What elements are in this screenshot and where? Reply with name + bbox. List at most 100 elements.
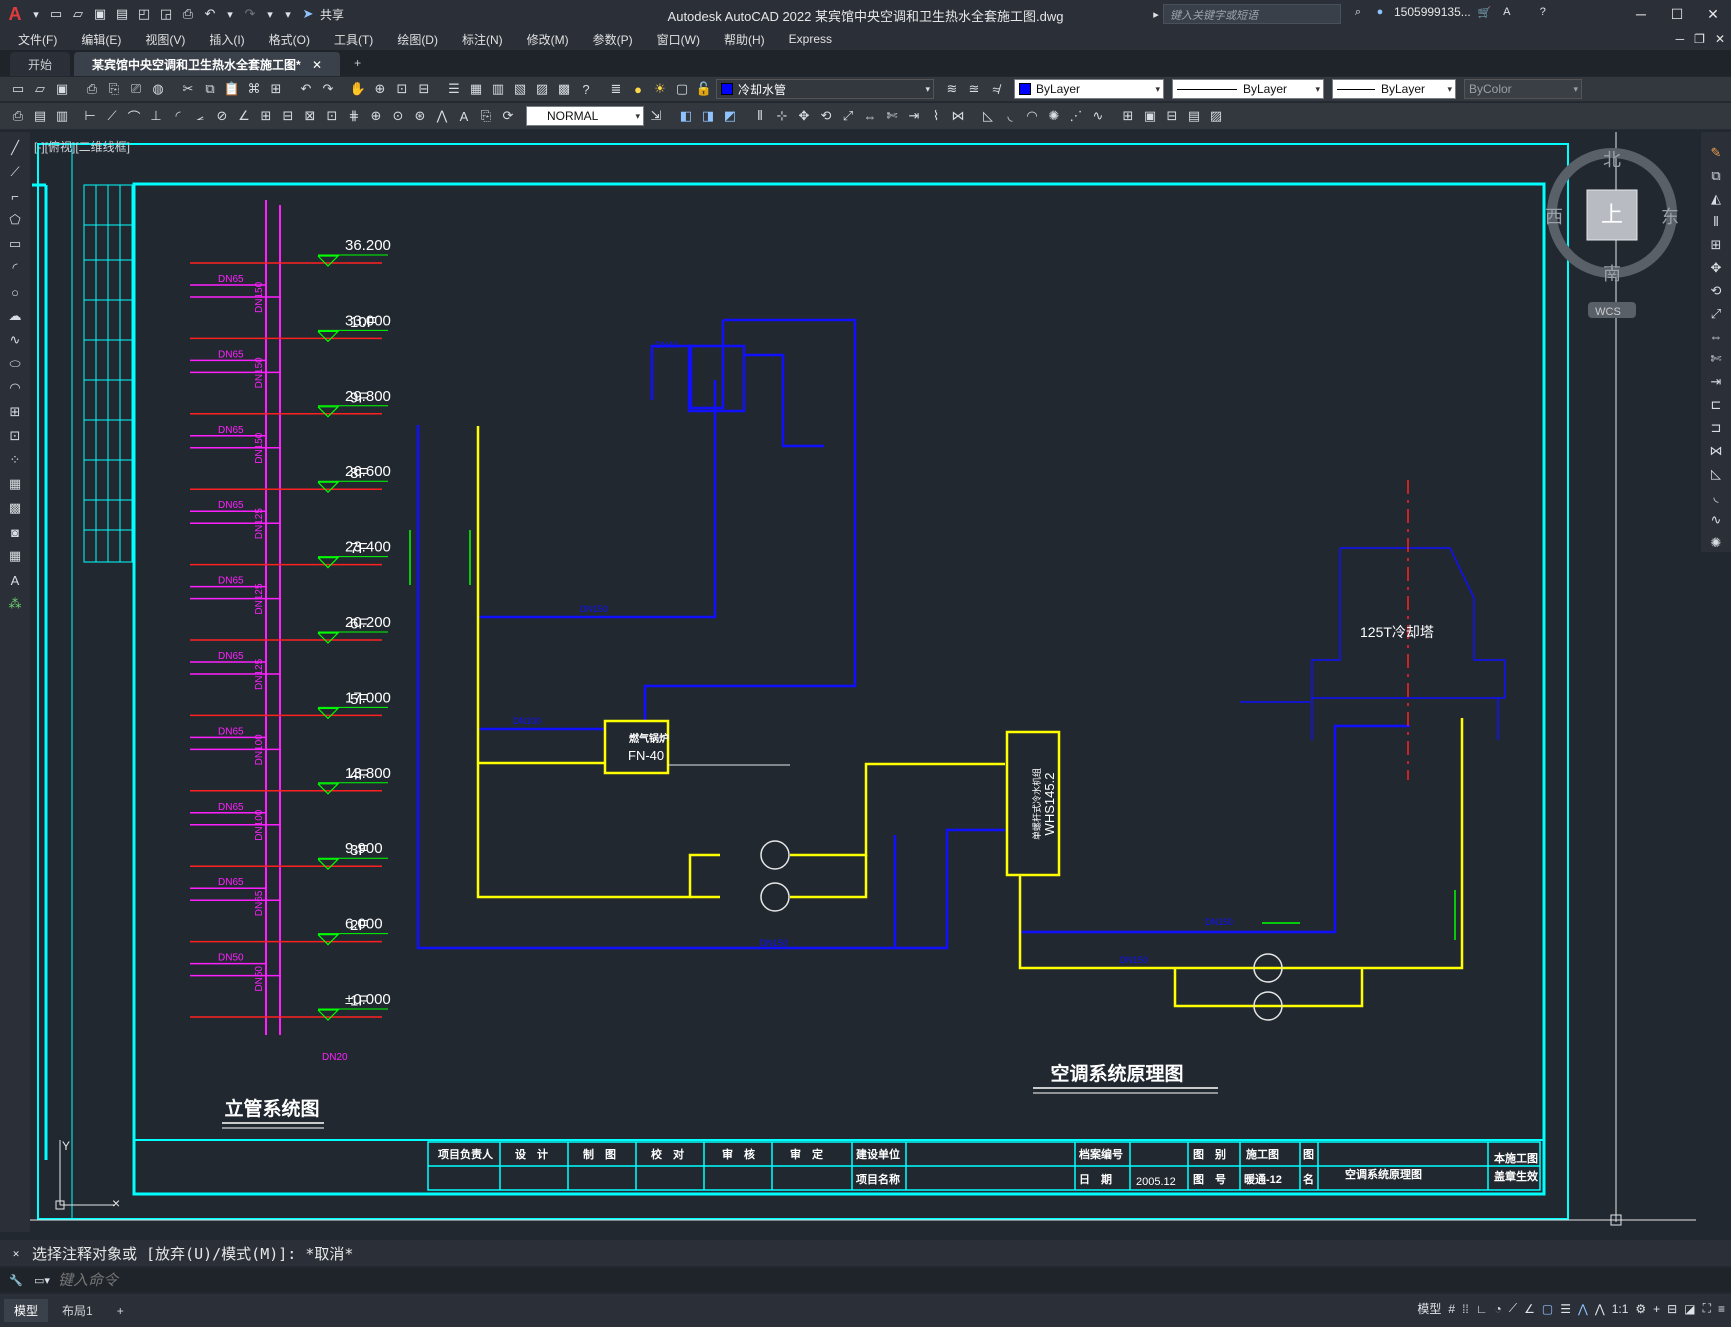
minimize-button[interactable]: ─ [1623, 0, 1659, 28]
new-file-icon[interactable]: ▭ [46, 4, 66, 24]
pan-icon[interactable]: ✋ [348, 79, 368, 99]
app-menu-button[interactable]: A [4, 4, 26, 24]
zoom-realtime-icon[interactable]: ⊕ [370, 79, 390, 99]
publish-icon[interactable]: ⎚ [126, 79, 146, 99]
mirror-icon[interactable]: ◭ [1706, 190, 1726, 208]
trim-icon[interactable]: ✄ [882, 106, 902, 126]
table-icon[interactable]: ▤ [30, 106, 50, 126]
ordinate-dim-icon[interactable]: ⊥ [146, 106, 166, 126]
join-icon[interactable]: ⋈ [1706, 442, 1726, 460]
close-command-icon[interactable]: ✕ [8, 1245, 24, 1261]
undo-list-icon[interactable]: ▾ [222, 6, 238, 22]
jogged-linear-icon[interactable]: ⋀ [432, 106, 452, 126]
autodesk-app-icon[interactable]: A [1499, 4, 1515, 20]
layer-thaw-icon[interactable]: ☀ [650, 79, 670, 99]
hardware-accel-icon[interactable]: ⊟ [1667, 1302, 1677, 1316]
offset-icon[interactable]: ⫴ [1706, 213, 1726, 231]
attribute-icon[interactable]: ▤ [1184, 106, 1204, 126]
doc-minimize-icon[interactable]: ─ [1676, 32, 1685, 46]
search-expand-icon[interactable]: ▸ [1148, 6, 1164, 22]
undo-icon[interactable]: ↶ [296, 79, 316, 99]
doc-close-icon[interactable]: ✕ [1715, 32, 1725, 46]
viewcube-west[interactable]: 西 [1545, 207, 1563, 227]
layer-lock-icon[interactable]: 🔓 [694, 79, 714, 99]
insert-block-icon[interactable]: ⊞ [1118, 106, 1138, 126]
annotation-scale[interactable]: 1:1 [1612, 1302, 1629, 1316]
maximize-button[interactable]: ☐ [1659, 0, 1695, 28]
array-icon[interactable]: ⊞ [1706, 236, 1726, 254]
layer-properties-icon[interactable]: ≣ [606, 79, 626, 99]
copy-icon[interactable]: ⧉ [200, 79, 220, 99]
cart-icon[interactable]: 🛒 [1477, 4, 1493, 20]
line-icon[interactable]: ╱ [5, 138, 25, 158]
stretch-icon[interactable]: ⇔ [1706, 328, 1726, 346]
image-icon[interactable]: ▨ [1206, 106, 1226, 126]
join-icon[interactable]: ⋈ [948, 106, 968, 126]
close-button[interactable]: ✕ [1695, 0, 1731, 28]
break-icon[interactable]: ⌇ [926, 106, 946, 126]
center-mark-icon[interactable]: ⊙ [388, 106, 408, 126]
dim-update-icon[interactable]: ⟳ [498, 106, 518, 126]
redo-list-icon[interactable]: ▾ [262, 6, 278, 22]
viewcube[interactable]: 上 北 南 西 东 WCS [1545, 148, 1679, 318]
erase-icon[interactable]: ◧ [676, 106, 696, 126]
menu-express[interactable]: Express [789, 32, 832, 46]
dimstyle-dropdown[interactable]: NORMAL ▾ [526, 106, 644, 126]
ellipse-icon[interactable]: ⬭ [5, 354, 25, 374]
close-tab-icon[interactable]: ✕ [312, 58, 322, 72]
attach-icon[interactable]: ⊟ [1162, 106, 1182, 126]
rectangle-icon[interactable]: ▭ [5, 234, 25, 254]
linear-dim-icon[interactable]: ⊢ [80, 106, 100, 126]
grid-icon[interactable]: # [1448, 1302, 1455, 1316]
region-icon[interactable]: ▥ [52, 106, 72, 126]
menu-dimension[interactable]: 标注(N) [462, 31, 503, 48]
plot-icon[interactable]: ⎙ [82, 79, 102, 99]
revcloud-icon[interactable]: ☁ [5, 306, 25, 326]
layer-previous-icon[interactable]: ≊ [964, 79, 984, 99]
customize-command-icon[interactable]: 🔧 [8, 1272, 24, 1288]
preview-icon[interactable]: ⎘ [104, 79, 124, 99]
add-selected-icon[interactable]: ⁂ [5, 594, 25, 614]
menu-draw[interactable]: 绘图(D) [397, 31, 438, 48]
tab-model[interactable]: 模型 [4, 1299, 49, 1322]
ortho-icon[interactable]: ∟ [1476, 1302, 1488, 1316]
erase-icon[interactable]: ✎ [1706, 144, 1726, 162]
undo-icon[interactable]: ↶ [200, 4, 220, 24]
menu-parametric[interactable]: 参数(P) [593, 31, 633, 48]
tab-start[interactable]: 开始 [10, 52, 71, 76]
scale-icon[interactable]: ⤢ [838, 106, 858, 126]
plot-icon[interactable]: ⎙ [178, 4, 198, 24]
isolate-icon[interactable]: ◪ [1684, 1302, 1695, 1316]
save-icon[interactable]: ▣ [90, 4, 110, 24]
jogged-dim-icon[interactable]: ⦟ [190, 106, 210, 126]
match-prop-icon[interactable]: ⌘ [244, 79, 264, 99]
move-icon[interactable]: ✥ [794, 106, 814, 126]
blend-curves-icon[interactable]: ∿ [1706, 511, 1726, 529]
snap-icon[interactable]: ⁞⁞ [1462, 1302, 1469, 1316]
lineweight-icon[interactable]: ☰ [1560, 1302, 1571, 1316]
break-at-point-icon[interactable]: ⊏ [1706, 396, 1726, 414]
gear-icon[interactable]: ⚙ [1635, 1302, 1646, 1316]
edit-polyline-icon[interactable]: ⋰ [1066, 106, 1086, 126]
explode-icon[interactable]: ✺ [1706, 534, 1726, 552]
spline-icon[interactable]: ∿ [5, 330, 25, 350]
plus-icon[interactable]: + [1653, 1302, 1660, 1316]
mirror-icon[interactable]: ◩ [720, 106, 740, 126]
redo-icon[interactable]: ↷ [318, 79, 338, 99]
fillet-icon[interactable]: ◟ [1000, 106, 1020, 126]
chamfer-icon[interactable]: ◺ [1706, 465, 1726, 483]
tolerance-icon[interactable]: ⊕ [366, 106, 386, 126]
user-icon[interactable]: ● [1372, 4, 1388, 20]
menu-help[interactable]: 帮助(H) [724, 31, 765, 48]
markup-icon[interactable]: ▨ [532, 79, 552, 99]
menu-window[interactable]: 窗口(W) [657, 31, 700, 48]
extend-icon[interactable]: ⇥ [904, 106, 924, 126]
design-center-icon[interactable]: ▦ [466, 79, 486, 99]
polyline-icon[interactable]: ⌐ [5, 186, 25, 206]
open-icon[interactable]: ▱ [30, 79, 50, 99]
paste-icon[interactable]: 📋 [222, 79, 242, 99]
user-name[interactable]: 1505999135... [1394, 5, 1471, 19]
viewcube-north[interactable]: 北 [1603, 150, 1621, 170]
cut-icon[interactable]: ✂ [178, 79, 198, 99]
aligned-dim-icon[interactable]: ⟋ [102, 106, 122, 126]
